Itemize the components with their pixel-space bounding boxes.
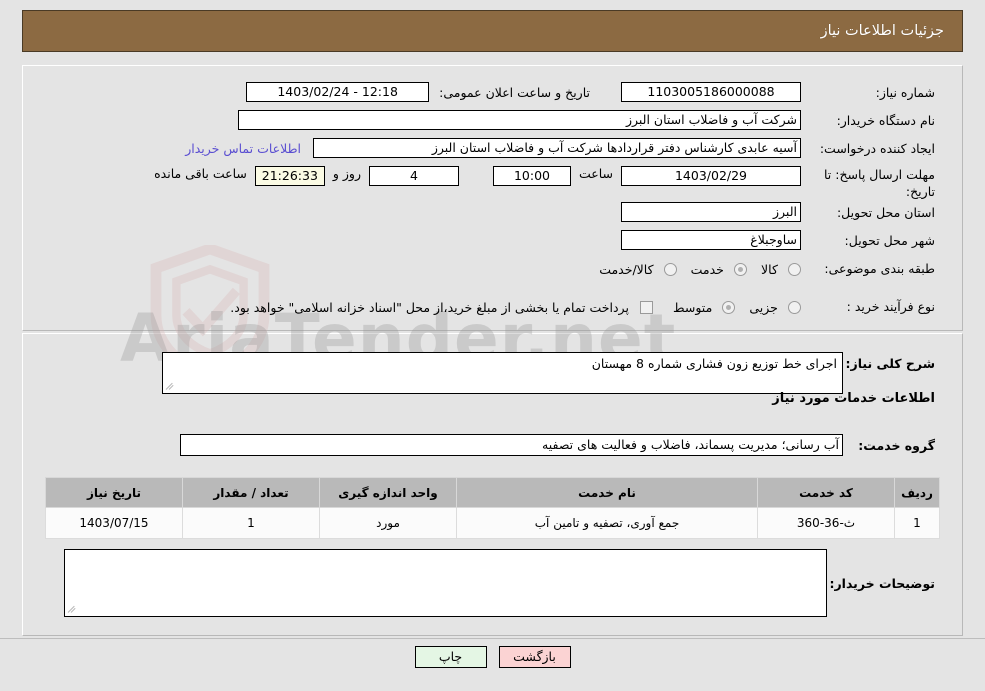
requester-row: ایجاد کننده درخواست: آسیه عابدی کارشناس … — [185, 138, 935, 158]
deadline-days-value: 4 — [368, 166, 459, 186]
treasury-checkbox-label: پرداخت تمام یا بخشی از مبلغ خرید،از محل … — [230, 300, 629, 315]
deadline-time-value: 10:00 — [492, 166, 571, 186]
print-button[interactable]: چاپ — [414, 646, 487, 668]
treasury-checkbox-icon[interactable] — [640, 301, 654, 314]
category-option-kala[interactable]: کالا — [747, 259, 801, 278]
cell-unit: مورد — [319, 507, 457, 539]
public-announce-row: تاریخ و ساعت اعلان عمومی: 12:18 - 1403/0… — [246, 82, 590, 102]
process-option-motevaset[interactable]: متوسط — [659, 297, 736, 316]
cell-service-code: ث-36-360 — [757, 507, 895, 539]
page-title: جزئیات اطلاعات نیاز — [820, 23, 944, 39]
general-description-value[interactable]: اجرای خط توزیع زون فشاری شماره 8 مهستان — [162, 352, 843, 394]
city-value: ساوجبلاغ — [621, 230, 801, 250]
radio-jozii-icon[interactable] — [788, 301, 801, 314]
deadline-label: مهلت ارسال پاسخ: تا تاریخ: — [824, 167, 935, 199]
province-label: استان محل تحویل: — [836, 204, 935, 220]
public-announce-label: تاریخ و ساعت اعلان عمومی: — [439, 84, 590, 100]
footer-button-bar: بازگشت چاپ — [0, 646, 985, 668]
requester-value: آسیه عابدی کارشناس دفتر قراردادها شرکت آ… — [313, 138, 801, 158]
category-option-khedmat[interactable]: خدمت — [677, 259, 748, 278]
deadline-date-value: 1403/02/29 — [621, 166, 801, 186]
table-row[interactable]: 1 ث-36-360 جمع آوری، تصفیه و تامین آب مو… — [45, 507, 940, 539]
buyer-contact-link[interactable]: اطلاعات تماس خریدار — [185, 141, 301, 156]
category-option-khedmat-label: خدمت — [690, 262, 724, 277]
requester-label: ایجاد کننده درخواست: — [819, 140, 935, 156]
category-option-kala-label: کالا — [761, 262, 778, 277]
radio-khedmat-icon[interactable] — [734, 263, 748, 276]
col-row-no: ردیف — [894, 477, 940, 508]
general-description-row: شرح کلی نیاز: اجرای خط توزیع زون فشاری ش… — [162, 352, 935, 394]
radio-kala-icon[interactable] — [788, 263, 801, 276]
buyer-notes-row: توضیحات خریدار: — [64, 549, 935, 617]
need-number-value: 1103005186000088 — [621, 82, 801, 102]
deadline-remaining-label: ساعت باقی مانده — [154, 166, 247, 181]
process-type-label: نوع فرآیند خرید : — [846, 299, 935, 314]
buyer-org-label: نام دستگاه خریدار: — [836, 112, 935, 128]
buyer-notes-value[interactable] — [64, 549, 827, 617]
treasury-checkbox-group[interactable]: پرداخت تمام یا بخشی از مبلغ خرید،از محل … — [216, 297, 654, 316]
process-option-jozii-label: جزیی — [749, 300, 778, 315]
province-value: البرز — [621, 202, 801, 222]
col-need-date: تاریخ نیاز — [45, 477, 183, 508]
category-row: طبقه بندی موضوعی: کالا خدمت کالا/خدمت — [585, 259, 935, 278]
process-option-motevaset-label: متوسط — [673, 300, 713, 315]
service-group-label: گروه خدمت: — [858, 437, 935, 453]
buyer-org-value: شرکت آب و فاضلاب استان البرز — [238, 110, 801, 130]
category-option-kala-khedmat[interactable]: کالا/خدمت — [585, 259, 677, 278]
cell-need-date: 1403/07/15 — [45, 507, 183, 539]
col-service-name: نام خدمت — [456, 477, 758, 508]
category-option-kala-khedmat-label: کالا/خدمت — [599, 262, 654, 277]
cell-row-no: 1 — [894, 507, 940, 539]
cell-quantity: 1 — [182, 507, 320, 539]
general-description-text: اجرای خط توزیع زون فشاری شماره 8 مهستان — [591, 356, 837, 371]
table-header-row: ردیف کد خدمت نام خدمت واحد اندازه گیری ت… — [45, 477, 940, 508]
back-button[interactable]: بازگشت — [498, 646, 571, 668]
buyer-notes-label: توضیحات خریدار: — [829, 575, 935, 591]
province-row: استان محل تحویل: البرز — [621, 202, 935, 222]
service-group-row: گروه خدمت: آب رسانی؛ مدیریت پسماند، فاضل… — [180, 434, 935, 456]
services-table-wrapper: ردیف کد خدمت نام خدمت واحد اندازه گیری ت… — [45, 477, 940, 539]
footer-divider — [0, 638, 985, 639]
services-section-title: اطلاعات خدمات مورد نیاز — [772, 391, 935, 406]
process-type-row: نوع فرآیند خرید : جزیی متوسط پرداخت تمام… — [216, 297, 935, 316]
col-unit: واحد اندازه گیری — [319, 477, 457, 508]
page-root: AriaTender.net جزئیات اطلاعات نیاز شماره… — [0, 0, 985, 691]
page-header-banner: جزئیات اطلاعات نیاز — [22, 10, 963, 52]
cell-service-name: جمع آوری، تصفیه و تامین آب — [456, 507, 758, 539]
public-announce-value: 12:18 - 1403/02/24 — [246, 82, 430, 102]
city-row: شهر محل تحویل: ساوجبلاغ — [621, 230, 935, 250]
radio-kala-khedmat-icon[interactable] — [663, 263, 677, 276]
process-option-jozii[interactable]: جزیی — [735, 297, 801, 316]
city-label: شهر محل تحویل: — [844, 232, 935, 248]
general-description-label: شرح کلی نیاز: — [845, 356, 935, 371]
need-number-row: شماره نیاز: 1103005186000088 — [621, 82, 935, 102]
services-table: ردیف کد خدمت نام خدمت واحد اندازه گیری ت… — [45, 477, 940, 539]
service-group-value: آب رسانی؛ مدیریت پسماند، فاضلاب و فعالیت… — [180, 434, 843, 456]
buyer-org-row: نام دستگاه خریدار: شرکت آب و فاضلاب استا… — [238, 110, 935, 130]
col-service-code: کد خدمت — [757, 477, 895, 508]
deadline-days-label: روز و — [332, 166, 361, 181]
need-number-label: شماره نیاز: — [875, 84, 935, 100]
deadline-time-label: ساعت — [578, 166, 613, 181]
category-label: طبقه بندی موضوعی: — [824, 261, 935, 276]
deadline-countdown-value: 21:26:33 — [254, 166, 325, 186]
deadline-row: مهلت ارسال پاسخ: تا تاریخ: 1403/02/29 سا… — [154, 166, 935, 200]
resize-grip-icon[interactable] — [165, 380, 177, 392]
resize-grip-icon-notes[interactable] — [67, 603, 79, 615]
col-quantity: تعداد / مقدار — [182, 477, 320, 508]
radio-motevaset-icon[interactable] — [722, 301, 736, 314]
